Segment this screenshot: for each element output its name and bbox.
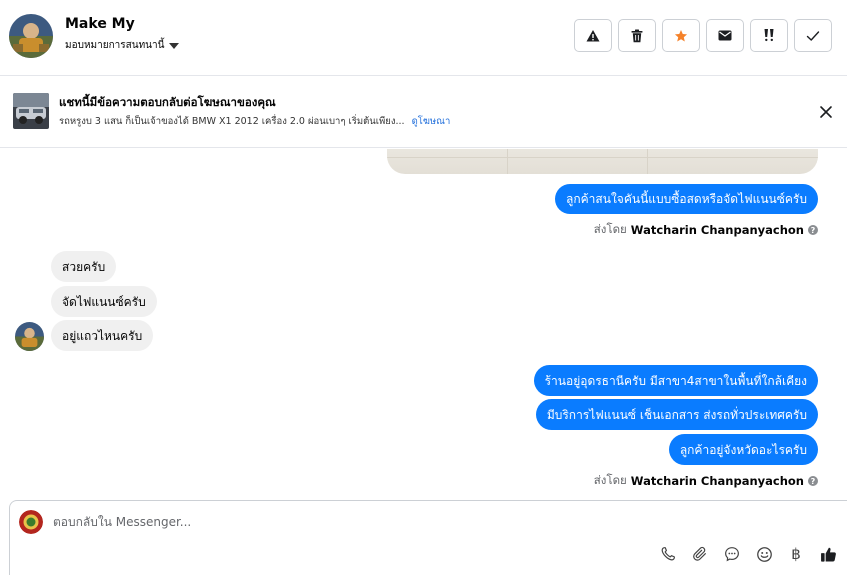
- info-icon[interactable]: ?: [808, 476, 818, 486]
- delete-button[interactable]: [618, 19, 656, 52]
- ad-thumbnail[interactable]: [13, 93, 49, 129]
- warning-icon: [586, 29, 600, 41]
- outgoing-message[interactable]: ร้านอยู่อุดรธานีครับ มีสาขา4สาขาในพื้นที…: [533, 365, 818, 396]
- envelope-icon: [718, 30, 732, 41]
- outgoing-message[interactable]: ลูกค้าสนใจคันนี้แบบซื้อสดหรือจัดไฟแนนซ์ค…: [555, 184, 818, 214]
- sent-by-prefix: ส่งโดย: [593, 222, 627, 236]
- phone-icon: [661, 547, 675, 561]
- follow-up-button[interactable]: [750, 19, 788, 52]
- sent-by-prefix: ส่งโดย: [593, 473, 627, 487]
- message-thread[interactable]: ลูกค้าสนใจคันนี้แบบซื้อสดหรือจัดไฟแนนซ์ค…: [0, 149, 847, 499]
- star-icon: [674, 29, 688, 42]
- conversation-header: Make My มอบหมายการสนทนานี้: [0, 0, 847, 76]
- image-attachment[interactable]: [387, 149, 818, 174]
- phone-button[interactable]: [659, 545, 677, 563]
- outgoing-message[interactable]: มีบริการไฟแนนซ์ เช็นเอกสาร ส่งรถทั่วประเ…: [535, 399, 818, 430]
- mark-done-button[interactable]: [794, 19, 832, 52]
- sent-by-label: ส่งโดย Watcharin Chanpanyachon ?: [594, 472, 818, 490]
- ad-reply-banner: แชทนี้มีข้อความตอบกลับต่อโฆษณาของคุณ รถห…: [0, 76, 847, 148]
- saved-replies-button[interactable]: [723, 545, 741, 563]
- contact-name[interactable]: Make My: [65, 16, 135, 32]
- message-input[interactable]: [53, 512, 753, 532]
- assign-label: มอบหมายการสนทนานี้: [65, 40, 165, 51]
- ad-banner-title: แชทนี้มีข้อความตอบกลับต่อโฆษณาของคุณ: [59, 95, 276, 109]
- incoming-message[interactable]: สวยครับ: [51, 251, 117, 282]
- close-banner-button[interactable]: [818, 104, 834, 120]
- thumbs-up-icon: [820, 547, 836, 562]
- close-icon: [820, 106, 832, 118]
- chat-bubble-icon: [725, 547, 739, 562]
- sent-by-label: ส่งโดย Watcharin Chanpanyachon ?: [594, 221, 818, 239]
- spam-button[interactable]: [574, 19, 612, 52]
- info-icon[interactable]: ?: [808, 225, 818, 235]
- contact-avatar-small[interactable]: [15, 322, 44, 351]
- incoming-message[interactable]: จัดไฟแนนซ์ครับ: [51, 286, 157, 317]
- incoming-message[interactable]: อยู่แถวไหนครับ: [51, 320, 154, 351]
- star-button[interactable]: [662, 19, 700, 52]
- exclamation-icon: [764, 29, 774, 42]
- baht-icon: ฿: [791, 545, 801, 563]
- emoji-button[interactable]: [755, 545, 773, 563]
- attach-button[interactable]: [691, 545, 709, 563]
- contact-avatar[interactable]: [9, 14, 53, 58]
- assign-conversation-dropdown[interactable]: มอบหมายการสนทนานี้: [65, 38, 180, 53]
- ad-banner-description: รถหรูงบ 3 แสน ก็เป็นเจ้าของได้ BMW X1 20…: [59, 114, 450, 129]
- composer-tools: ฿: [659, 545, 837, 563]
- emoji-icon: [756, 546, 772, 562]
- paperclip-icon: [693, 546, 706, 561]
- ad-description-text: รถหรูงบ 3 แสน ก็เป็นเจ้าของได้ BMW X1 20…: [59, 116, 405, 127]
- caret-down-icon: [169, 42, 180, 49]
- sender-name: Watcharin Chanpanyachon: [630, 223, 804, 237]
- check-icon: [806, 30, 820, 41]
- page-avatar: [19, 510, 43, 534]
- outgoing-message[interactable]: ลูกค้าอยู่จังหวัดอะไรครับ: [668, 434, 818, 465]
- reply-composer: ฿: [9, 500, 847, 575]
- view-ad-link[interactable]: ดูโฆษณา: [412, 116, 451, 127]
- trash-icon: [631, 29, 643, 42]
- mark-unread-button[interactable]: [706, 19, 744, 52]
- like-button[interactable]: [819, 545, 837, 563]
- header-actions: [574, 19, 832, 52]
- sender-name: Watcharin Chanpanyachon: [630, 474, 804, 488]
- payment-button[interactable]: ฿: [787, 545, 805, 563]
